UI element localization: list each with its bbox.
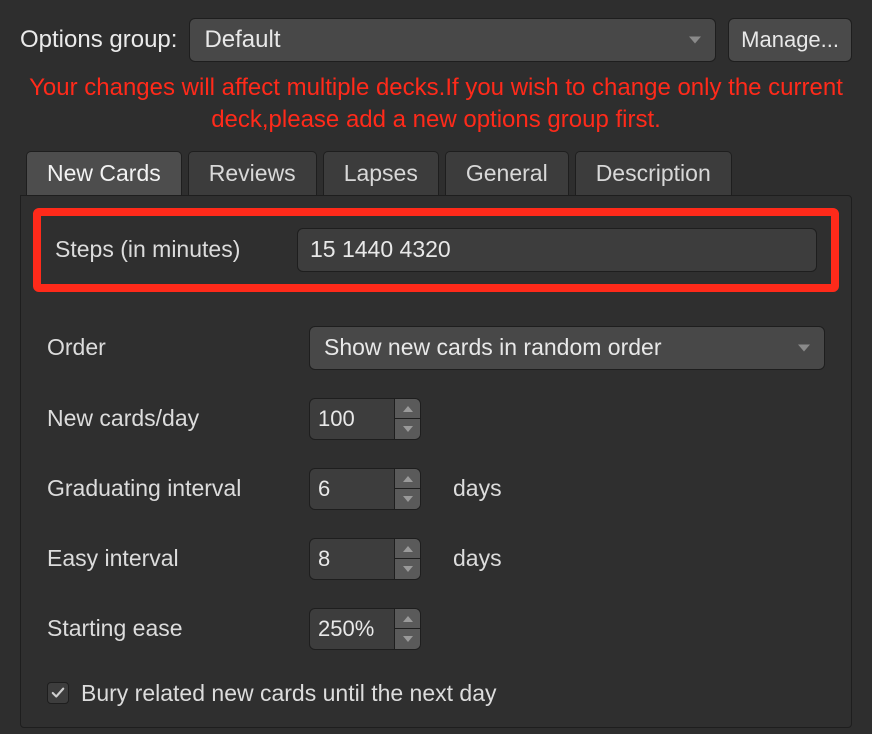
grad-interval-stepper[interactable] (309, 468, 421, 510)
easy-interval-label: Easy interval (47, 545, 293, 572)
tab-lapses[interactable]: Lapses (323, 151, 439, 195)
bury-row: Bury related new cards until the next da… (33, 664, 839, 707)
tab-new-cards[interactable]: New Cards (26, 151, 182, 195)
starting-ease-label: Starting ease (47, 615, 293, 642)
options-group-label: Options group: (20, 26, 177, 54)
stepper-down[interactable] (395, 489, 420, 509)
tab-general[interactable]: General (445, 151, 569, 195)
manage-button[interactable]: Manage... (728, 18, 852, 62)
new-per-day-input[interactable] (310, 399, 394, 439)
options-group-row: Options group: Default Manage... (20, 18, 852, 62)
tab-description[interactable]: Description (575, 151, 732, 195)
bury-checkbox[interactable] (47, 682, 69, 704)
stepper-down[interactable] (395, 419, 420, 439)
chevron-down-icon (403, 636, 413, 642)
new-per-day-label: New cards/day (47, 405, 293, 432)
grad-interval-row: Graduating interval days (33, 454, 839, 524)
grad-interval-input[interactable] (310, 469, 394, 509)
options-group-select[interactable]: Default (189, 18, 716, 62)
easy-interval-row: Easy interval days (33, 524, 839, 594)
order-value: Show new cards in random order (324, 334, 662, 361)
chevron-up-icon (403, 546, 413, 552)
deck-options-window: Options group: Default Manage... Your ch… (0, 0, 872, 728)
easy-interval-input[interactable] (310, 539, 394, 579)
chevron-up-icon (403, 476, 413, 482)
order-row: Order Show new cards in random order (33, 312, 839, 384)
chevron-down-icon (689, 37, 701, 44)
bury-label: Bury related new cards until the next da… (81, 680, 497, 707)
easy-interval-stepper[interactable] (309, 538, 421, 580)
order-label: Order (47, 334, 293, 361)
check-icon (51, 686, 65, 700)
steps-highlight: Steps (in minutes) (33, 208, 839, 292)
starting-ease-input[interactable] (310, 609, 394, 649)
new-per-day-stepper[interactable] (309, 398, 421, 440)
chevron-down-icon (403, 426, 413, 432)
chevron-up-icon (403, 406, 413, 412)
new-per-day-row: New cards/day (33, 384, 839, 454)
grad-interval-label: Graduating interval (47, 475, 293, 502)
days-suffix: days (453, 475, 502, 502)
tab-bar: New Cards Reviews Lapses General Descrip… (20, 151, 852, 195)
steps-label: Steps (in minutes) (55, 236, 281, 263)
days-suffix: days (453, 545, 502, 572)
stepper-up[interactable] (395, 469, 420, 490)
chevron-down-icon (403, 566, 413, 572)
stepper-buttons (394, 609, 420, 649)
new-cards-panel: Steps (in minutes) Order Show new cards … (20, 195, 852, 728)
stepper-down[interactable] (395, 629, 420, 649)
chevron-down-icon (798, 344, 810, 351)
stepper-buttons (394, 539, 420, 579)
stepper-buttons (394, 399, 420, 439)
stepper-buttons (394, 469, 420, 509)
multi-deck-warning: Your changes will affect multiple decks.… (20, 72, 852, 137)
starting-ease-row: Starting ease (33, 594, 839, 664)
stepper-up[interactable] (395, 539, 420, 560)
options-group-value: Default (204, 26, 280, 54)
starting-ease-stepper[interactable] (309, 608, 421, 650)
stepper-up[interactable] (395, 609, 420, 630)
steps-input[interactable] (297, 228, 817, 272)
stepper-up[interactable] (395, 399, 420, 420)
order-select[interactable]: Show new cards in random order (309, 326, 825, 370)
stepper-down[interactable] (395, 559, 420, 579)
chevron-down-icon (403, 496, 413, 502)
chevron-up-icon (403, 616, 413, 622)
tab-reviews[interactable]: Reviews (188, 151, 317, 195)
